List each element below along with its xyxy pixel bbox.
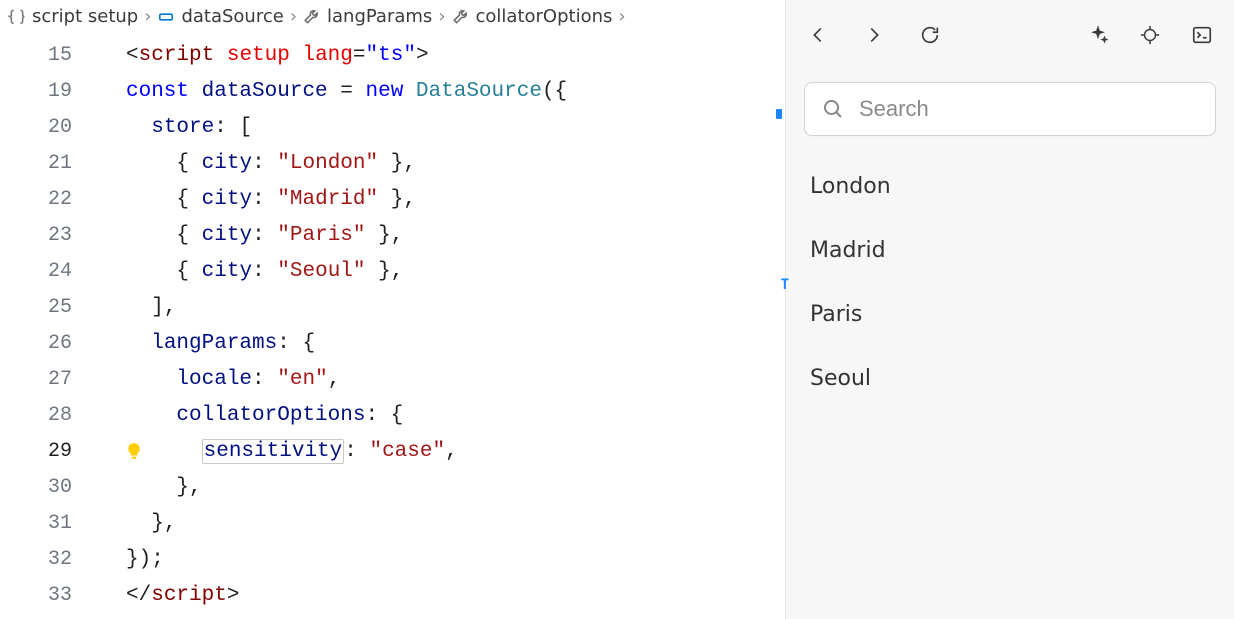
code-content: collatorOptions: { <box>100 404 403 427</box>
line-number: 31 <box>0 512 100 535</box>
code-content: }, <box>100 476 202 499</box>
search-icon <box>821 97 845 121</box>
code-line[interactable]: 15 <script setup lang="ts"> <box>0 37 785 73</box>
code-line[interactable]: 30 }, <box>0 469 785 505</box>
line-number: 24 <box>0 260 100 283</box>
chevron-right-icon: › <box>618 6 625 27</box>
chevron-right-icon: › <box>438 6 445 27</box>
back-button[interactable] <box>804 21 832 49</box>
code-line[interactable]: 31 }, <box>0 505 785 541</box>
forward-button[interactable] <box>860 21 888 49</box>
code-content: }, <box>100 512 176 535</box>
braces-icon <box>8 8 26 26</box>
line-number: 30 <box>0 476 100 499</box>
code-line[interactable]: 32 }); <box>0 541 785 577</box>
code-content: { city: "London" }, <box>100 152 416 175</box>
search-input[interactable] <box>859 96 1199 122</box>
line-number: 15 <box>0 44 100 67</box>
chevron-right-icon: › <box>144 6 151 27</box>
code-content: sensitivity: "case", <box>100 440 458 463</box>
variable-icon <box>157 8 175 26</box>
code-content: locale: "en", <box>100 368 340 391</box>
breadcrumb-seg-1[interactable]: script setup <box>8 6 138 27</box>
code-line[interactable]: 19 const dataSource = new DataSource({ <box>0 73 785 109</box>
list-item[interactable]: Paris <box>804 282 1216 346</box>
code-line[interactable]: 24 { city: "Seoul" }, <box>0 253 785 289</box>
line-number: 32 <box>0 548 100 571</box>
list-item[interactable]: London <box>804 154 1216 218</box>
wrench-icon <box>452 8 470 26</box>
line-number: 33 <box>0 584 100 607</box>
code-line[interactable]: 22 { city: "Madrid" }, <box>0 181 785 217</box>
chevron-left-icon <box>807 24 829 46</box>
code-line[interactable]: 33 </script> <box>0 577 785 613</box>
code-content: }); <box>100 548 164 571</box>
code-line[interactable]: 20 store: [ <box>0 109 785 145</box>
code-area[interactable]: T 15 <script setup lang="ts"> 19 const d… <box>0 37 785 619</box>
code-content: { city: "Paris" }, <box>100 224 403 247</box>
line-number: 20 <box>0 116 100 139</box>
breadcrumb-seg-3[interactable]: langParams <box>303 6 432 27</box>
code-content: <script setup lang="ts"> <box>100 44 429 67</box>
code-content: store: [ <box>100 116 252 139</box>
reload-button[interactable] <box>916 21 944 49</box>
target-icon <box>1139 24 1161 46</box>
sparkle-icon <box>1087 24 1109 46</box>
breadcrumb-label: script setup <box>32 6 138 27</box>
preview-toolbar <box>786 0 1234 70</box>
code-line[interactable]: 25 ], <box>0 289 785 325</box>
breadcrumb-label: langParams <box>327 6 432 27</box>
breadcrumb-label: dataSource <box>181 6 283 27</box>
code-content: const dataSource = new DataSource({ <box>100 80 567 103</box>
line-number: 23 <box>0 224 100 247</box>
reload-icon <box>919 24 941 46</box>
inspect-button[interactable] <box>1136 21 1164 49</box>
line-number: 21 <box>0 152 100 175</box>
code-line[interactable]: 23 { city: "Paris" }, <box>0 217 785 253</box>
chevron-right-icon: › <box>290 6 297 27</box>
breadcrumb-seg-4[interactable]: collatorOptions <box>452 6 613 27</box>
line-number: 29 <box>0 440 100 463</box>
lightbulb-icon[interactable] <box>125 442 143 460</box>
breadcrumb-label: collatorOptions <box>476 6 613 27</box>
code-line[interactable]: 28 collatorOptions: { <box>0 397 785 433</box>
line-number: 28 <box>0 404 100 427</box>
search-box[interactable] <box>804 82 1216 136</box>
code-line[interactable]: 21 { city: "London" }, <box>0 145 785 181</box>
code-line[interactable]: 26 langParams: { <box>0 325 785 361</box>
terminal-button[interactable] <box>1188 21 1216 49</box>
code-line[interactable]: 27 locale: "en", <box>0 361 785 397</box>
code-editor: script setup › dataSource › langParams › <box>0 0 786 619</box>
wrench-icon <box>303 8 321 26</box>
sparkle-button[interactable] <box>1084 21 1112 49</box>
chevron-right-icon <box>863 24 885 46</box>
breadcrumb: script setup › dataSource › langParams › <box>0 0 785 37</box>
line-number: 26 <box>0 332 100 355</box>
breadcrumb-seg-2[interactable]: dataSource <box>157 6 283 27</box>
result-list: London Madrid Paris Seoul <box>786 136 1234 410</box>
code-content: ], <box>100 296 176 319</box>
list-item[interactable]: Madrid <box>804 218 1216 282</box>
code-content: </script> <box>100 584 239 607</box>
code-line-current[interactable]: 29 sensitivity: "case", <box>0 433 785 469</box>
code-content: { city: "Madrid" }, <box>100 188 416 211</box>
terminal-icon <box>1191 24 1213 46</box>
preview-panel: London Madrid Paris Seoul <box>786 0 1234 619</box>
line-number: 19 <box>0 80 100 103</box>
code-content: { city: "Seoul" }, <box>100 260 403 283</box>
line-number: 27 <box>0 368 100 391</box>
line-number: 25 <box>0 296 100 319</box>
code-content: langParams: { <box>100 332 315 355</box>
line-number: 22 <box>0 188 100 211</box>
list-item[interactable]: Seoul <box>804 346 1216 410</box>
